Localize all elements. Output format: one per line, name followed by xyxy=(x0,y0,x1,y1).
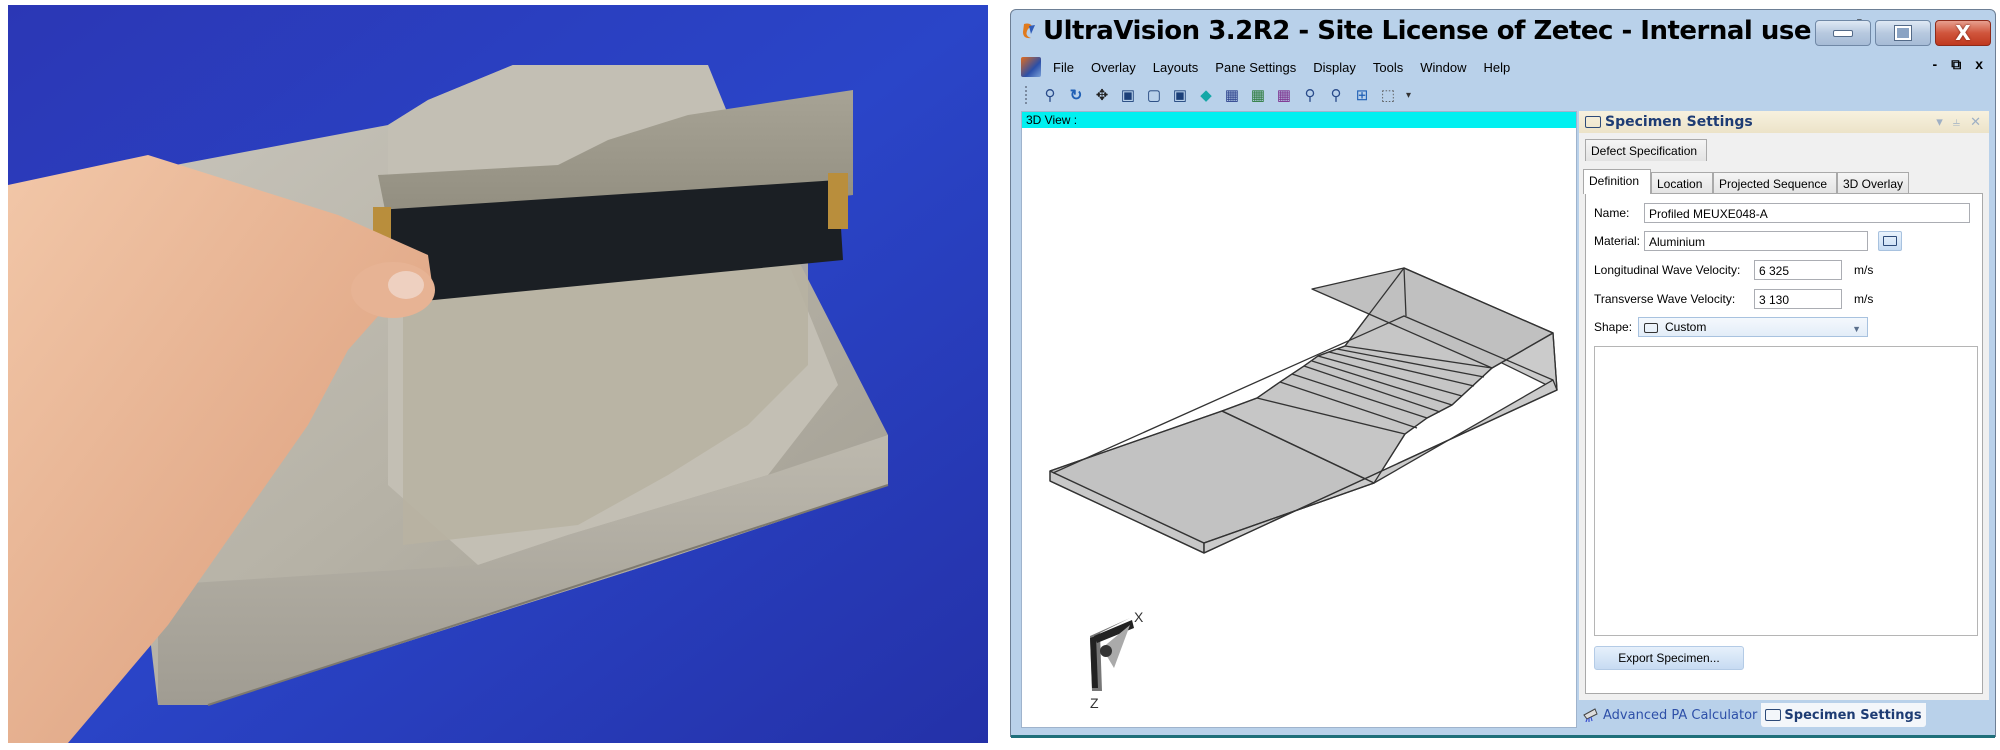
longitudinal-velocity-input[interactable]: 6 325 xyxy=(1754,260,1842,280)
toolbar: ⚲ ↻ ✥ ▣ ▢ ▣ ◆ ▦ ▦ ▦ ⚲ ⚲ ⊞ ⬚ ▾ xyxy=(1025,84,1411,106)
menu-tools[interactable]: Tools xyxy=(1373,60,1403,75)
material-label: Material: xyxy=(1594,234,1641,248)
tab-advanced-pa-calculator[interactable]: Advanced PA Calculator xyxy=(1579,703,1761,727)
zoom-out-icon[interactable]: ⚲ xyxy=(1326,85,1346,105)
panel-pin-icon[interactable]: ⫨ xyxy=(1953,114,1960,130)
custom-shape-icon xyxy=(1644,323,1658,333)
pa-calculator-icon xyxy=(1583,708,1598,722)
longitudinal-velocity-label: Longitudinal Wave Velocity: xyxy=(1594,263,1741,277)
specimen-settings-body: Defect Specification Definition Location… xyxy=(1579,133,1989,700)
menu-window[interactable]: Window xyxy=(1420,60,1466,75)
grid-i-icon[interactable]: ▦ xyxy=(1248,85,1268,105)
mdi-controls: - ⧉ x xyxy=(1933,56,1983,73)
browse-icon xyxy=(1883,236,1897,246)
material-input[interactable]: Aluminium xyxy=(1644,231,1868,251)
transverse-velocity-input[interactable]: 3 130 xyxy=(1754,289,1842,309)
rotate-icon[interactable]: ↻ xyxy=(1066,85,1086,105)
specimen-settings-tab-label: Specimen Settings xyxy=(1784,707,1922,723)
zoom-in-icon[interactable]: ⚲ xyxy=(1300,85,1320,105)
tab-projected-sequence[interactable]: Projected Sequence xyxy=(1713,172,1837,194)
zoom-reset-icon[interactable]: ⚲ xyxy=(1040,85,1060,105)
minimize-icon xyxy=(1833,29,1853,37)
menu-layouts[interactable]: Layouts xyxy=(1153,60,1199,75)
menu-help[interactable]: Help xyxy=(1483,60,1510,75)
toolbar-overflow-button[interactable]: ▾ xyxy=(1406,90,1411,101)
chevron-down-icon: ▼ xyxy=(1852,324,1861,334)
shape-label: Shape: xyxy=(1594,320,1633,334)
tab-location[interactable]: Location xyxy=(1651,172,1713,194)
app-icon xyxy=(1023,23,1035,39)
axis-triad: X Z xyxy=(1090,609,1144,711)
menu-pane-settings[interactable]: Pane Settings xyxy=(1215,60,1296,75)
menu-bar: File Overlay Layouts Pane Settings Displ… xyxy=(1021,56,1985,78)
tab-specimen-settings[interactable]: Specimen Settings xyxy=(1761,703,1926,727)
specimen-icon xyxy=(1765,709,1782,721)
app-menu-icon[interactable] xyxy=(1021,57,1041,77)
maximize-icon xyxy=(1894,25,1912,41)
longitudinal-velocity-unit: m/s xyxy=(1854,263,1874,277)
close-icon: X xyxy=(1955,21,1971,45)
transverse-velocity-label: Transverse Wave Velocity: xyxy=(1594,292,1736,306)
tab-definition[interactable]: Definition xyxy=(1583,169,1651,194)
zoom-region-icon[interactable]: ⬚ xyxy=(1378,85,1398,105)
shape-profile-list[interactable] xyxy=(1594,346,1978,636)
axis-z-label: Z xyxy=(1090,695,1099,711)
menu-display[interactable]: Display xyxy=(1313,60,1356,75)
panel-bottom-tabs: Advanced PA Calculator Specimen Settings xyxy=(1579,702,1926,728)
minimize-button[interactable] xyxy=(1815,20,1871,46)
grid-u-icon[interactable]: ▦ xyxy=(1274,85,1294,105)
ultravision-window: UltraVision 3.2R2 - Site License of Zete… xyxy=(1010,9,1996,738)
transverse-velocity-unit: m/s xyxy=(1854,292,1874,306)
specimen-settings-header: Specimen Settings ▾ ⫨ ✕ xyxy=(1579,111,1989,133)
title-bar[interactable]: UltraVision 3.2R2 - Site License of Zete… xyxy=(1011,10,1995,50)
solid-shape-icon[interactable]: ◆ xyxy=(1196,85,1216,105)
shape-dropdown[interactable]: Custom ▼ xyxy=(1638,317,1868,337)
mdi-minimize-button[interactable]: - xyxy=(1933,56,1938,73)
specimen-settings-title: Specimen Settings xyxy=(1605,114,1753,130)
export-specimen-button[interactable]: Export Specimen... xyxy=(1594,646,1744,670)
fit-to-view-icon[interactable]: ⊞ xyxy=(1352,85,1372,105)
panel-dropdown-icon[interactable]: ▾ xyxy=(1936,114,1943,130)
tab-3d-overlay[interactable]: 3D Overlay xyxy=(1837,172,1909,194)
pan-icon[interactable]: ✥ xyxy=(1092,85,1112,105)
3d-view-canvas[interactable]: X Z xyxy=(1022,128,1576,727)
3d-view-pane[interactable]: 3D View : X Z xyxy=(1021,111,1577,728)
view-iso-icon[interactable]: ▣ xyxy=(1118,85,1138,105)
mdi-close-button[interactable]: x xyxy=(1975,56,1983,73)
definition-tab-content: Name: Profiled MEUXE048-A Material: Alum… xyxy=(1585,193,1983,694)
panel-close-icon[interactable]: ✕ xyxy=(1970,114,1981,130)
toolbar-grip[interactable] xyxy=(1025,86,1030,104)
advanced-pa-calculator-label: Advanced PA Calculator xyxy=(1603,707,1758,723)
menu-overlay[interactable]: Overlay xyxy=(1091,60,1136,75)
specimen-icon xyxy=(1585,116,1601,128)
menu-file[interactable]: File xyxy=(1053,60,1074,75)
specimen-photo xyxy=(8,5,988,743)
shape-value: Custom xyxy=(1665,320,1707,334)
close-button[interactable]: X xyxy=(1935,20,1991,46)
material-browse-button[interactable] xyxy=(1878,231,1902,251)
window-title: UltraVision 3.2R2 - Site License of Zete… xyxy=(1043,16,1892,46)
axis-x-label: X xyxy=(1134,609,1144,625)
view-side-icon[interactable]: ▣ xyxy=(1170,85,1190,105)
name-input[interactable]: Profiled MEUXE048-A xyxy=(1644,203,1970,223)
grid-s-icon[interactable]: ▦ xyxy=(1222,85,1242,105)
specimen-settings-panel: Specimen Settings ▾ ⫨ ✕ Defect Specifica… xyxy=(1579,111,1989,730)
view-front-icon[interactable]: ▢ xyxy=(1144,85,1164,105)
name-label: Name: xyxy=(1594,206,1630,220)
maximize-button[interactable] xyxy=(1875,20,1931,46)
mdi-restore-button[interactable]: ⧉ xyxy=(1951,56,1961,73)
3d-view-header: 3D View : xyxy=(1022,112,1576,128)
window-bottom-border xyxy=(1011,735,1995,738)
tab-defect-specification[interactable]: Defect Specification xyxy=(1585,139,1707,161)
